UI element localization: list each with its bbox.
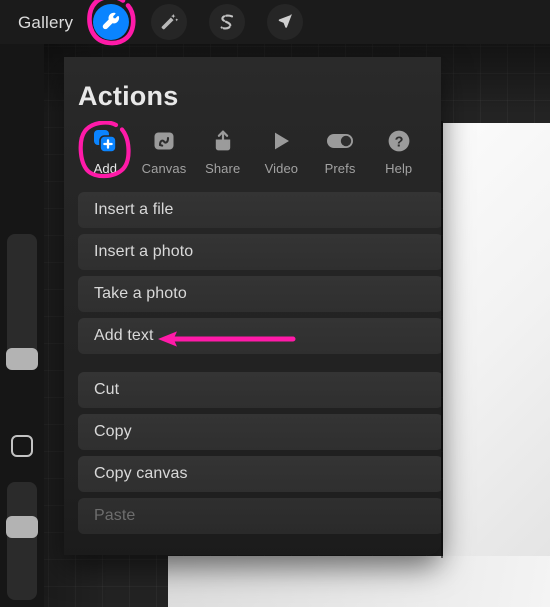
top-toolbar: Gallery bbox=[0, 0, 550, 46]
menu-item-label: Insert a photo bbox=[94, 243, 194, 260]
s-curve-selection-icon bbox=[217, 12, 237, 32]
menu-item-take-a-photo[interactable]: Take a photo bbox=[78, 276, 441, 312]
toggle-switch-icon bbox=[325, 126, 355, 156]
panel-title: Actions bbox=[78, 81, 179, 111]
svg-text:?: ? bbox=[394, 134, 403, 150]
menu-item-cut[interactable]: Cut bbox=[78, 372, 441, 408]
tab-video[interactable]: Video bbox=[252, 126, 311, 176]
menu-item-paste: Paste bbox=[78, 498, 441, 534]
tab-canvas[interactable]: Canvas bbox=[135, 126, 194, 176]
play-triangle-icon bbox=[268, 126, 294, 156]
magic-wand-icon bbox=[159, 12, 179, 32]
menu-item-add-text[interactable]: Add text bbox=[78, 318, 441, 354]
question-mark-circle-icon: ? bbox=[386, 126, 412, 156]
menu-item-label: Paste bbox=[94, 507, 136, 524]
canvas-squiggle-icon bbox=[151, 126, 177, 156]
tab-prefs[interactable]: Prefs bbox=[311, 126, 370, 176]
panel-tab-strip: Add Canvas Share Video Prefs ? Help bbox=[76, 121, 428, 179]
menu-item-copy[interactable]: Copy bbox=[78, 414, 441, 450]
menu-item-insert-a-file[interactable]: Insert a file bbox=[78, 192, 441, 228]
menu-item-label: Copy bbox=[94, 423, 132, 440]
menu-item-insert-a-photo[interactable]: Insert a photo bbox=[78, 234, 441, 270]
menu-group-insert: Insert a file Insert a photo Take a phot… bbox=[78, 192, 441, 354]
tab-video-label: Video bbox=[264, 161, 299, 176]
share-up-arrow-icon bbox=[210, 126, 236, 156]
artboard-bottom[interactable] bbox=[168, 556, 550, 607]
menu-item-label: Insert a file bbox=[94, 201, 174, 218]
menu-item-label: Cut bbox=[94, 381, 120, 398]
tab-help-label: Help bbox=[385, 161, 413, 176]
menu-group-clipboard: Cut Copy Copy canvas Paste bbox=[78, 372, 441, 534]
selection-tool-slot bbox=[209, 4, 246, 40]
adjustments-button[interactable] bbox=[151, 4, 188, 40]
modify-square-button[interactable] bbox=[11, 435, 33, 457]
actions-panel: Actions Add Canvas Share Video Prefs ? H… bbox=[64, 57, 441, 555]
brush-size-slider[interactable] bbox=[7, 234, 37, 356]
artboard-edge bbox=[441, 121, 443, 558]
left-sidebar bbox=[0, 44, 44, 607]
wrench-icon bbox=[101, 12, 122, 33]
gallery-button[interactable]: Gallery bbox=[18, 14, 73, 31]
menu-item-label: Add text bbox=[94, 327, 154, 344]
brush-size-slider-thumb[interactable] bbox=[6, 348, 38, 370]
tab-help[interactable]: ? Help bbox=[369, 126, 428, 176]
actions-wrench-button[interactable] bbox=[93, 4, 130, 40]
tab-share-label: Share bbox=[205, 161, 241, 176]
tab-add[interactable]: Add bbox=[76, 121, 135, 179]
menu-item-label: Take a photo bbox=[94, 285, 187, 302]
tab-share[interactable]: Share bbox=[193, 126, 252, 176]
artboard-right[interactable] bbox=[443, 123, 550, 607]
adjustments-tool-slot bbox=[151, 4, 188, 40]
selection-button[interactable] bbox=[209, 4, 246, 40]
tab-add-label: Add bbox=[93, 161, 118, 176]
menu-item-copy-canvas[interactable]: Copy canvas bbox=[78, 456, 441, 492]
add-layers-plus-icon bbox=[92, 126, 118, 156]
transform-button[interactable] bbox=[267, 4, 304, 40]
brush-opacity-slider[interactable] bbox=[7, 482, 37, 600]
menu-item-label: Copy canvas bbox=[94, 465, 188, 482]
tab-canvas-label: Canvas bbox=[141, 161, 187, 176]
arrow-cursor-icon bbox=[275, 12, 295, 32]
actions-tool-slot bbox=[87, 0, 136, 46]
tab-prefs-label: Prefs bbox=[324, 161, 356, 176]
procreate-screen: Gallery Actions Add Canvas Share Video P… bbox=[0, 0, 550, 607]
brush-opacity-slider-thumb[interactable] bbox=[6, 516, 38, 538]
transform-tool-slot bbox=[267, 4, 304, 40]
